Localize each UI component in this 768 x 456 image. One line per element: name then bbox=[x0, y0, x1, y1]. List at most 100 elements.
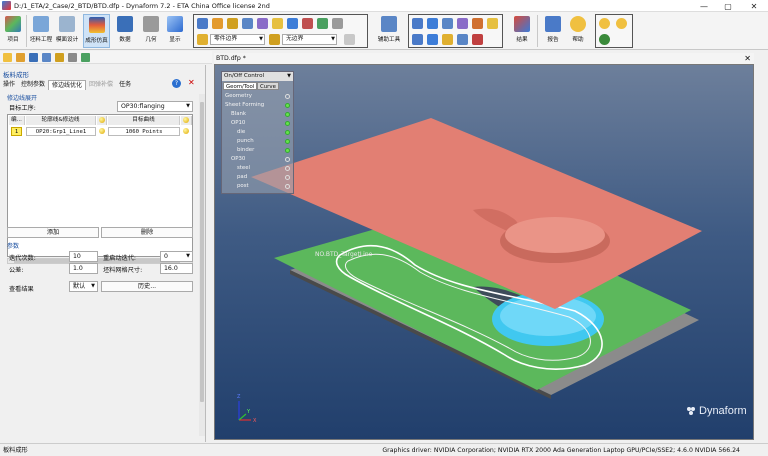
save-icon[interactable] bbox=[29, 53, 38, 62]
pan-icon[interactable] bbox=[212, 18, 223, 29]
clip-icon[interactable] bbox=[332, 18, 343, 29]
blank-mesh-size-input[interactable]: 16.0 bbox=[160, 263, 193, 274]
marker-icon[interactable] bbox=[472, 34, 483, 45]
graphics-viewport[interactable]: NO.BTD_TargetLine Z X Y On/Off Control ▼ … bbox=[214, 64, 754, 440]
tab-job[interactable]: 任务 bbox=[116, 80, 134, 90]
tree-node[interactable]: OP10 bbox=[231, 120, 245, 126]
wire-icon[interactable] bbox=[287, 18, 298, 29]
tree-node[interactable]: die bbox=[237, 129, 245, 135]
info-icon[interactable] bbox=[616, 18, 627, 29]
history-button[interactable]: 历史... bbox=[101, 281, 193, 292]
distance-icon[interactable] bbox=[442, 18, 453, 29]
undo-icon[interactable] bbox=[81, 53, 90, 62]
panel-help-icon[interactable]: ? bbox=[172, 79, 181, 88]
tab-curve[interactable]: Curve bbox=[257, 82, 279, 90]
tab-control-params[interactable]: 控制参数 bbox=[18, 80, 48, 90]
question-icon[interactable] bbox=[599, 18, 610, 29]
display-button[interactable]: 显示 bbox=[164, 14, 186, 48]
results-button[interactable]: 结果 bbox=[511, 14, 533, 48]
pin-icon[interactable] bbox=[472, 18, 483, 29]
print-icon[interactable] bbox=[68, 53, 77, 62]
tree-node[interactable]: OP30 bbox=[231, 156, 245, 162]
visibility-toggle[interactable] bbox=[285, 121, 290, 126]
measure-icon[interactable] bbox=[412, 18, 423, 29]
project-button[interactable]: 项目 bbox=[2, 14, 24, 48]
visibility-toggle[interactable] bbox=[285, 175, 290, 180]
tree-node[interactable]: Sheet Forming bbox=[225, 102, 264, 108]
panel-vscrollbar[interactable] bbox=[199, 94, 205, 436]
blank-engineering-button[interactable]: 坯料工程 bbox=[30, 14, 52, 48]
import-icon[interactable] bbox=[55, 53, 64, 62]
tab-springback-compensation[interactable]: 回弹补偿 bbox=[86, 80, 116, 90]
tree-node[interactable]: steel bbox=[237, 165, 250, 171]
forming-simulation-button[interactable]: 成形仿真 bbox=[83, 14, 110, 48]
angle-icon[interactable] bbox=[427, 18, 438, 29]
flag-icon[interactable] bbox=[487, 18, 498, 29]
restart-iterations-select[interactable]: 0 ▼ bbox=[160, 251, 193, 262]
part-boundary-icon bbox=[197, 34, 208, 45]
section-icon[interactable] bbox=[412, 34, 423, 45]
panel-close-icon[interactable]: ✕ bbox=[188, 78, 195, 87]
viewport-tab-close[interactable]: ✕ bbox=[744, 53, 751, 64]
pick-target-icon[interactable] bbox=[183, 128, 189, 134]
tolerance-input[interactable]: 1.0 bbox=[69, 263, 98, 274]
tree-node[interactable]: post bbox=[237, 183, 249, 189]
die-face-design-button[interactable]: 模面设计 bbox=[56, 14, 78, 48]
visibility-toggle[interactable] bbox=[285, 184, 290, 189]
visibility-toggle[interactable] bbox=[285, 139, 290, 144]
mesh-icon[interactable] bbox=[317, 18, 328, 29]
boundary-select[interactable]: 无边界 ▼ bbox=[282, 34, 337, 45]
iterations-input[interactable]: 10 bbox=[69, 251, 98, 262]
normal-icon[interactable] bbox=[427, 34, 438, 45]
tab-geom-tool[interactable]: Geom/Tool bbox=[223, 82, 258, 90]
zoom-icon[interactable] bbox=[227, 18, 238, 29]
maximize-button[interactable]: ▢ bbox=[718, 0, 738, 12]
restart-iterations-label: 重启动迭代: bbox=[103, 255, 137, 262]
report-button[interactable]: 报告 bbox=[542, 14, 564, 48]
minimize-button[interactable]: — bbox=[694, 0, 714, 12]
visibility-toggle[interactable] bbox=[285, 94, 290, 99]
probe-icon[interactable] bbox=[457, 18, 468, 29]
blank-engineering-icon bbox=[33, 16, 49, 32]
fit-icon[interactable] bbox=[242, 18, 253, 29]
delete-button[interactable]: 删除 bbox=[101, 227, 193, 238]
tree-node[interactable]: Blank bbox=[231, 111, 246, 117]
tree-node[interactable]: Geometry bbox=[225, 93, 252, 99]
globe-icon[interactable] bbox=[599, 34, 610, 45]
target-operation-select[interactable]: OP30:flanging ▼ bbox=[117, 101, 193, 112]
add-button[interactable]: 添加 bbox=[7, 227, 99, 238]
check-icon[interactable] bbox=[457, 34, 468, 45]
save-as-icon[interactable] bbox=[42, 53, 51, 62]
shade-icon[interactable] bbox=[272, 18, 283, 29]
new-file-icon[interactable] bbox=[3, 53, 12, 62]
row-contour[interactable]: OP20:Grp1_Line1 bbox=[26, 127, 96, 136]
lock-icon[interactable] bbox=[442, 34, 453, 45]
visibility-toggle[interactable] bbox=[285, 112, 290, 117]
light-icon[interactable] bbox=[302, 18, 313, 29]
visibility-toggle[interactable] bbox=[285, 103, 290, 108]
eraser-icon[interactable] bbox=[344, 34, 355, 45]
target-line-label: NO.BTD_TargetLine bbox=[315, 251, 373, 258]
visibility-toggle[interactable] bbox=[285, 157, 290, 162]
help-button[interactable]: 帮助 bbox=[567, 14, 589, 48]
visibility-toggle[interactable] bbox=[285, 130, 290, 135]
visibility-toggle[interactable] bbox=[285, 166, 290, 171]
open-folder-icon[interactable] bbox=[16, 53, 25, 62]
geometry-button[interactable]: 几何 bbox=[140, 14, 162, 48]
tab-operation[interactable]: 操作 bbox=[0, 80, 18, 90]
visibility-toggle[interactable] bbox=[285, 148, 290, 153]
tree-node[interactable]: pad bbox=[237, 174, 247, 180]
view-icon[interactable] bbox=[257, 18, 268, 29]
close-window-button[interactable]: ✕ bbox=[744, 0, 764, 12]
auxiliary-tools-button[interactable]: 辅助工具 bbox=[376, 14, 402, 48]
tree-node[interactable]: binder bbox=[237, 147, 254, 153]
view-results-select[interactable]: 默认 ▼ bbox=[69, 281, 98, 292]
row-target[interactable]: 1060 Points bbox=[108, 127, 180, 136]
part-boundary-select[interactable]: 零件边界 ▼ bbox=[210, 34, 265, 45]
data-button[interactable]: 数据 bbox=[114, 14, 136, 48]
pick-contour-icon[interactable] bbox=[99, 128, 105, 134]
tree-node[interactable]: punch bbox=[237, 138, 254, 144]
viewport-tab[interactable]: BTD.dfp * ✕ bbox=[214, 53, 754, 64]
tab-trimline-optimization[interactable]: 修边线优化 bbox=[48, 80, 87, 90]
rotate-icon[interactable] bbox=[197, 18, 208, 29]
